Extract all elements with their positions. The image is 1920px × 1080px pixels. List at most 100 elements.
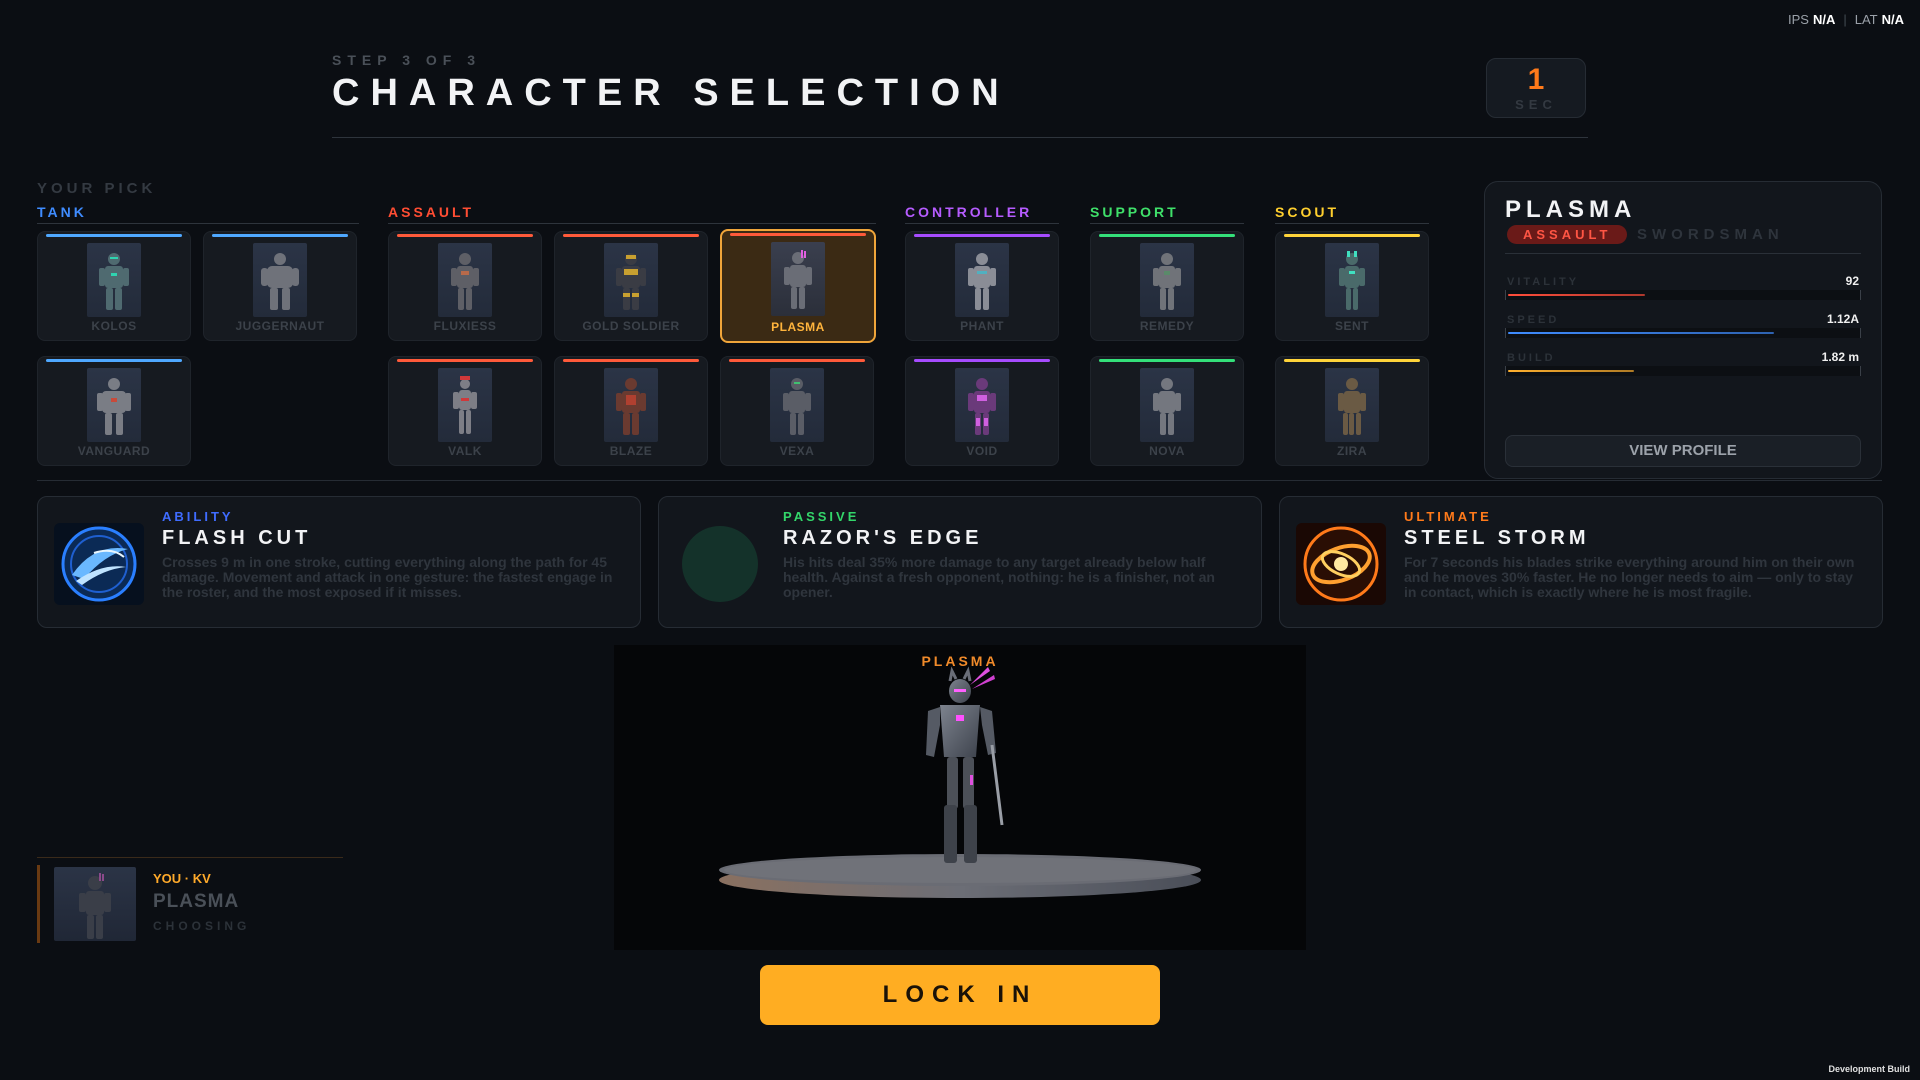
character-portrait [955, 243, 1009, 317]
page-title: CHARACTER SELECTION [332, 72, 1010, 114]
header-divider [332, 137, 1588, 138]
character-card-sent[interactable]: SENT [1275, 231, 1429, 341]
character-card-plasma[interactable]: PLASMA [720, 229, 876, 343]
character-portrait [1325, 368, 1379, 442]
category-support-rule [1090, 223, 1244, 224]
category-controller-rule [905, 223, 1059, 224]
category-tank-label: TANK [37, 204, 87, 220]
stat-value: 92 [1845, 274, 1859, 288]
stat-label: VITALITY [1507, 276, 1580, 288]
character-portrait [1325, 243, 1379, 317]
timer-unit: SEC [1515, 97, 1557, 112]
character-card-zira[interactable]: ZIRA [1275, 356, 1429, 466]
ability-name: STEEL STORM [1404, 527, 1590, 549]
stat-track [1505, 366, 1861, 376]
character-model [719, 666, 1201, 898]
ability-name: FLASH CUT [162, 527, 312, 549]
ability-type-label: ABILITY [162, 509, 234, 524]
character-card-valk[interactable]: VALK [388, 356, 542, 466]
archetype-label: SWORDSMAN [1637, 226, 1784, 243]
role-bar [914, 234, 1050, 237]
player-status: CHOOSING [153, 919, 251, 933]
player-slot: YOU · KV PLASMA CHOOSING [37, 865, 343, 943]
character-card-phant[interactable]: PHANT [905, 231, 1059, 341]
countdown-timer: 1 SEC [1486, 58, 1586, 118]
ability-description: For 7 seconds his blades strike everythi… [1404, 554, 1855, 600]
role-bar [46, 359, 182, 362]
role-bar [1284, 234, 1420, 237]
role-bar [563, 359, 699, 362]
your-pick-label: YOUR PICK [37, 180, 157, 197]
character-name: REMEDY [1139, 319, 1195, 333]
character-card-vanguard[interactable]: VANGUARD [37, 356, 191, 466]
category-assault-rule [388, 223, 876, 224]
lat-stat: LAT N/A [1854, 12, 1904, 27]
character-name: SENT [1334, 319, 1369, 333]
view-profile-button[interactable]: VIEW PROFILE [1505, 435, 1861, 467]
stat-fill [1508, 370, 1634, 372]
character-portrait [253, 243, 307, 317]
character-name: JUGGERNAUT [235, 319, 325, 333]
role-bar [397, 359, 533, 362]
character-card-gold-soldier[interactable]: GOLD SOLDIER [554, 231, 708, 341]
character-card-juggernaut[interactable]: JUGGERNAUT [203, 231, 357, 341]
character-portrait [955, 368, 1009, 442]
character-name: VEXA [779, 444, 815, 458]
role-bar [46, 234, 182, 237]
ability-card-razors-edge[interactable]: PASSIVE RAZOR'S EDGE His hits deal 35% m… [658, 496, 1262, 628]
ability-type-label: ULTIMATE [1404, 509, 1492, 524]
character-name: VANGUARD [77, 444, 151, 458]
character-card-vexa[interactable]: VEXA [720, 356, 874, 466]
detail-divider [1505, 253, 1861, 254]
character-name: BLAZE [609, 444, 653, 458]
ability-name: RAZOR'S EDGE [783, 527, 983, 549]
role-bar [563, 234, 699, 237]
character-portrait [1140, 243, 1194, 317]
ability-card-flash-cut[interactable]: ABILITY FLASH CUT Crosses 9 m in one str… [37, 496, 641, 628]
role-bar [212, 234, 348, 237]
character-portrait [770, 368, 824, 442]
category-support-label: SUPPORT [1090, 204, 1179, 220]
character-card-void[interactable]: VOID [905, 356, 1059, 466]
stat-track [1505, 328, 1861, 338]
character-name: VALK [448, 444, 482, 458]
character-portrait [771, 242, 825, 316]
player-avatar [54, 867, 136, 941]
section-divider [37, 480, 1882, 481]
ability-card-steel-storm[interactable]: ULTIMATE STEEL STORM For 7 seconds his b… [1279, 496, 1883, 628]
stat-speed: SPEED 1.12A [1505, 312, 1861, 346]
stat-value: 1.82 m [1821, 350, 1859, 364]
character-card-nova[interactable]: NOVA [1090, 356, 1244, 466]
player-pick-name: PLASMA [153, 891, 240, 912]
blue-slash-icon [54, 523, 144, 605]
character-card-remedy[interactable]: REMEDY [1090, 231, 1244, 341]
stat-build: BUILD 1.82 m [1505, 350, 1861, 384]
category-scout-label: SCOUT [1275, 204, 1339, 220]
character-portrait [87, 243, 141, 317]
stat-label: SPEED [1507, 314, 1560, 326]
role-bar [1284, 359, 1420, 362]
role-bar [397, 234, 533, 237]
ability-description: Crosses 9 m in one stroke, cutting every… [162, 554, 613, 600]
stat-value: 1.12A [1826, 312, 1859, 326]
character-card-fluxiess[interactable]: FLUXIESS [388, 231, 542, 341]
category-assault-label: ASSAULT [388, 204, 475, 220]
stat-track [1505, 290, 1861, 300]
character-name: VOID [966, 444, 998, 458]
ability-type-label: PASSIVE [783, 509, 860, 524]
character-name: KOLOS [91, 319, 137, 333]
character-card-kolos[interactable]: KOLOS [37, 231, 191, 341]
timer-value: 1 [1527, 63, 1545, 96]
stat-vitality: VITALITY 92 [1505, 274, 1861, 308]
category-controller-label: CONTROLLER [905, 204, 1033, 220]
character-portrait [438, 368, 492, 442]
character-name: GOLD SOLDIER [582, 319, 680, 333]
character-model-viewer[interactable]: PLASMA [614, 645, 1306, 950]
character-name: NOVA [1149, 444, 1185, 458]
dev-build-label: Development Build [1828, 1064, 1910, 1074]
player-slot-divider [37, 857, 343, 858]
role-bar [729, 359, 865, 362]
character-card-blaze[interactable]: BLAZE [554, 356, 708, 466]
role-badge: ASSAULT [1507, 225, 1628, 244]
lock-in-button[interactable]: LOCK IN [760, 965, 1160, 1025]
